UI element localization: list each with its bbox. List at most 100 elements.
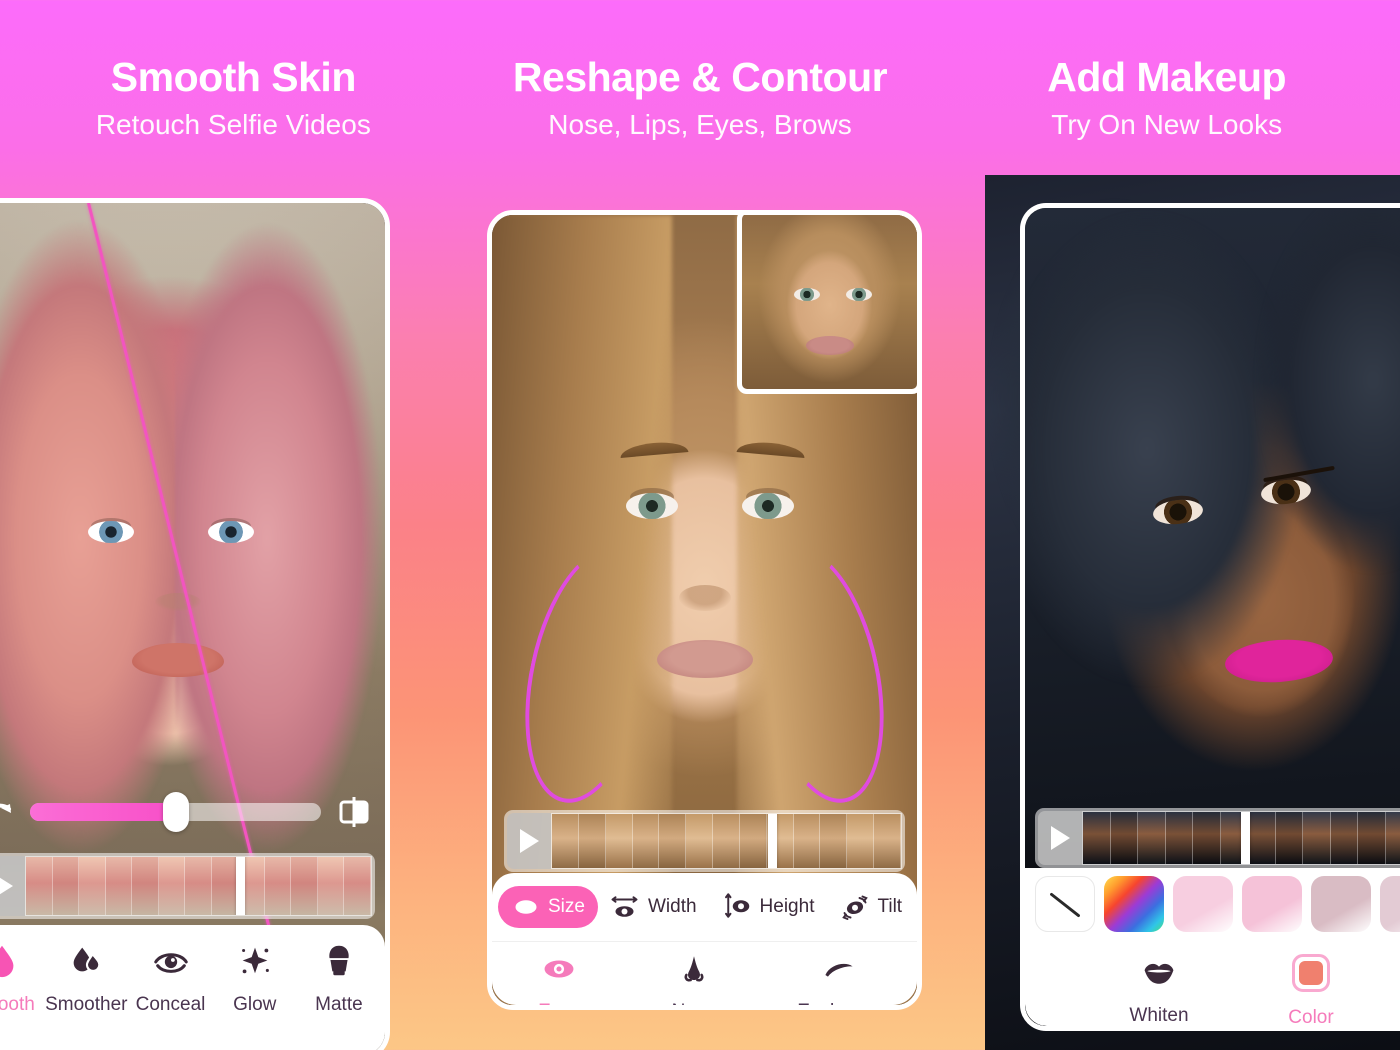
filmstrip-frame	[739, 814, 767, 868]
filmstrip-frame	[632, 814, 660, 868]
adjust-option-height[interactable]: Height	[710, 886, 828, 928]
thumb-right-eye	[846, 288, 872, 301]
filmstrip-frame	[211, 857, 239, 915]
header-title: Reshape & Contour	[512, 53, 888, 100]
nose	[678, 585, 731, 611]
phone-frame-3: Whiten Color	[1020, 203, 1400, 1031]
filmstrip-frame	[1248, 812, 1276, 864]
screenshot-panel-smooth-skin: Smooth Smoother Conceal Glow Matte	[0, 198, 390, 1050]
redo-arrow-icon[interactable]	[0, 798, 14, 826]
playhead[interactable]	[768, 814, 778, 868]
feature-tab-nose[interactable]: Nose	[663, 952, 725, 1005]
filmstrip-frame	[1385, 812, 1400, 864]
lips-icon	[1141, 954, 1177, 995]
filmstrip-frame	[1165, 812, 1194, 864]
filmstrip-frame	[1275, 812, 1304, 864]
makeup-tab-color[interactable]: Color	[1280, 954, 1342, 1028]
nose	[154, 593, 201, 611]
filmstrip-frame	[847, 814, 875, 868]
adjust-option-tilt[interactable]: Tilt	[827, 886, 915, 928]
intensity-slider[interactable]	[30, 792, 321, 832]
filmstrip-frame	[659, 814, 687, 868]
filmstrip-frame	[291, 857, 318, 915]
play-icon[interactable]	[1038, 811, 1082, 865]
header-subtitle: Retouch Selfie Videos	[95, 108, 371, 140]
lips	[656, 640, 753, 678]
intensity-slider-row	[0, 792, 371, 832]
header-title: Smooth Skin	[110, 53, 357, 100]
retouch-tab-matte[interactable]: Matte	[297, 941, 381, 1016]
playhead[interactable]	[236, 857, 246, 915]
lip-color-swatch-3[interactable]	[1311, 876, 1371, 932]
play-icon[interactable]	[507, 813, 551, 869]
before-preview-thumbnail[interactable]	[737, 215, 917, 394]
color-square-icon	[1292, 954, 1330, 997]
feature-tab-eyes[interactable]: Eyes	[528, 952, 590, 1005]
left-eye	[88, 521, 134, 543]
adjust-option-label: Size	[548, 896, 585, 917]
play-icon[interactable]	[0, 856, 25, 916]
playhead[interactable]	[1240, 812, 1250, 864]
tool-sheet-2: Size Width Height Tilt Dist Eyes	[492, 873, 917, 1005]
retouch-tab-conceal[interactable]: Conceal	[128, 941, 212, 1016]
eye-conceal-icon	[152, 941, 190, 984]
makeup-tab-row: Whiten Color	[1025, 940, 1400, 1028]
lip-color-swatch-2[interactable]	[1242, 876, 1302, 932]
adjust-option-size[interactable]: Size	[498, 886, 598, 928]
slider-knob[interactable]	[162, 792, 189, 832]
adjust-option-dist[interactable]: Dist	[915, 886, 917, 928]
brush-icon	[320, 941, 358, 984]
retouch-tab-smoother[interactable]: Smoother	[44, 941, 128, 1016]
retouch-tab-label: Smooth	[0, 994, 35, 1015]
filmstrip-frame	[1358, 812, 1386, 864]
header-title: Add Makeup	[1047, 53, 1287, 100]
adjust-option-row: Size Width Height Tilt Dist	[492, 873, 917, 941]
header-column-add-makeup: Add Makeup Try On New Looks	[933, 0, 1400, 185]
filmstrip-frame	[52, 857, 80, 915]
filmstrip[interactable]	[551, 813, 902, 869]
adjust-option-width[interactable]: Width	[598, 886, 710, 928]
feature-tab-label: Eyes	[538, 1001, 580, 1005]
filmstrip-frame	[79, 857, 106, 915]
retouch-tab-smooth[interactable]: Smooth	[0, 941, 44, 1016]
tool-sheet-1: Smooth Smoother Conceal Glow Matte	[0, 925, 385, 1050]
filmstrip[interactable]	[1082, 811, 1400, 865]
filmstrip-frame	[1083, 812, 1111, 864]
feature-tab-eyebrows[interactable]: Eyebrows	[797, 952, 881, 1005]
filmstrip-frame	[264, 857, 292, 915]
makeup-tab-whiten[interactable]: Whiten	[1128, 954, 1190, 1026]
lip-color-swatch-4[interactable]	[1380, 876, 1400, 932]
none-swatch[interactable]	[1035, 876, 1095, 932]
retouch-tab-label: Smoother	[45, 994, 128, 1015]
lip-color-swatch-row[interactable]	[1025, 868, 1400, 940]
filmstrip-frame	[552, 814, 579, 868]
makeup-tab-label: Color	[1288, 1007, 1334, 1028]
filmstrip-frame	[1193, 812, 1221, 864]
header-subtitle: Nose, Lips, Eyes, Brows	[548, 108, 852, 140]
retouch-tab-glow[interactable]: Glow	[213, 941, 297, 1016]
eyebrow-icon	[822, 952, 856, 991]
filmstrip-frame	[605, 814, 633, 868]
filmstrip-frame	[578, 814, 606, 868]
lip-color-swatch-1[interactable]	[1173, 876, 1233, 932]
retouch-tab-label: Matte	[315, 994, 363, 1015]
filmstrip-frame	[105, 857, 133, 915]
split-compare-icon[interactable]	[337, 795, 371, 829]
thumb-lips	[805, 336, 854, 355]
width-arrows-icon	[611, 892, 641, 922]
filmstrip-frame	[185, 857, 212, 915]
filmstrip-frame	[344, 857, 371, 915]
retouch-tab-label: Glow	[233, 994, 277, 1015]
right-eye	[742, 493, 794, 519]
video-timeline-2[interactable]	[504, 810, 905, 872]
filmstrip-frame	[713, 814, 740, 868]
left-eye	[626, 493, 678, 519]
rainbow-picker-swatch[interactable]	[1104, 876, 1164, 932]
filmstrip-frame	[793, 814, 821, 868]
screenshot-panel-reshape-contour: Size Width Height Tilt Dist Eyes	[487, 210, 922, 1010]
screenshot-panel-add-makeup: Whiten Color	[985, 175, 1400, 1050]
filmstrip[interactable]	[25, 856, 372, 916]
droplet-icon	[0, 941, 21, 984]
video-timeline-1[interactable]	[0, 853, 375, 919]
video-timeline-3[interactable]	[1035, 808, 1400, 868]
